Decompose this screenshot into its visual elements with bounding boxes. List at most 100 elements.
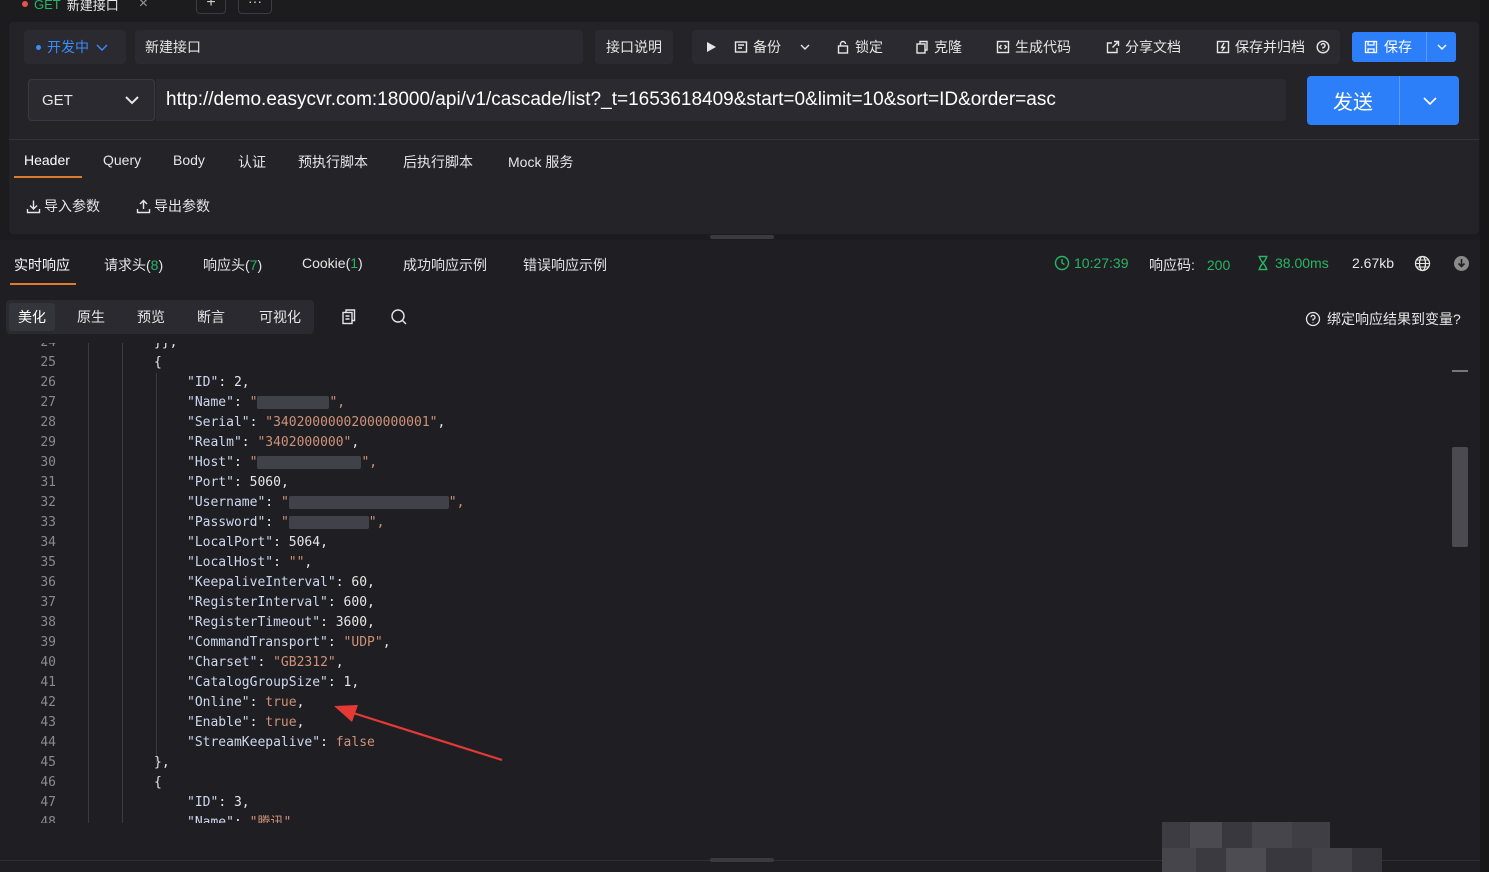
tab-auth[interactable]: 认证 <box>238 152 266 172</box>
duration-value: 38.00ms <box>1275 255 1329 271</box>
save-archive-button[interactable]: 保存并归档 <box>1216 30 1305 64</box>
view-tab-visualize[interactable]: 可视化 <box>252 300 308 334</box>
lock-label: 锁定 <box>855 39 883 55</box>
upload-icon <box>136 199 151 213</box>
api-name-input[interactable] <box>135 30 583 64</box>
code-content: "LocalHost": "", <box>187 555 313 570</box>
redacted-value <box>257 396 330 409</box>
tab-cookie[interactable]: Cookie(1) <box>302 255 363 271</box>
chevron-down-icon <box>800 44 810 50</box>
request-tab[interactable]: GET 新建接口 × <box>22 0 148 14</box>
line-number: 29 <box>40 435 56 450</box>
share-doc-button[interactable]: 分享文档 <box>1106 30 1181 64</box>
code-line: 29 "Realm": "3402000000", <box>0 433 1440 453</box>
tab-realtime-response[interactable]: 实时响应 <box>14 255 70 275</box>
code-content: "Password": " ", <box>187 515 385 530</box>
line-number: 46 <box>40 775 56 790</box>
status-dropdown[interactable]: 开发中 <box>24 30 126 64</box>
code-content: "Serial": "34020000002000000001", <box>187 415 446 430</box>
code-line: 45}, <box>0 753 1440 773</box>
bind-variable-link[interactable]: 绑定响应结果到变量? <box>1305 309 1461 329</box>
window-edge <box>1480 0 1489 872</box>
question-icon <box>1305 311 1321 327</box>
view-tab-preview[interactable]: 预览 <box>128 300 174 334</box>
tab-body[interactable]: Body <box>173 152 205 168</box>
chevron-down-icon <box>1422 96 1437 105</box>
line-number: 31 <box>40 475 56 490</box>
code-line: 30 "Host": " ", <box>0 453 1440 473</box>
backup-label: 备份 <box>753 39 781 55</box>
code-line: 28 "Serial": "34020000002000000001", <box>0 413 1440 433</box>
export-params-button[interactable]: 导出参数 <box>136 196 210 216</box>
code-content: "Charset": "GB2312", <box>187 655 344 670</box>
code-line: 25 { <box>0 353 1440 373</box>
view-tab-raw[interactable]: 原生 <box>68 300 114 334</box>
save-button[interactable]: 保存 <box>1352 32 1456 62</box>
resize-handle[interactable] <box>710 235 774 239</box>
close-icon[interactable]: × <box>139 0 148 13</box>
import-params-button[interactable]: 导入参数 <box>26 196 100 216</box>
paren: ) <box>257 257 263 273</box>
save-icon <box>1364 40 1378 54</box>
resize-handle[interactable] <box>710 858 774 862</box>
tab-post-script[interactable]: 后执行脚本 <box>403 152 473 172</box>
method-dropdown[interactable]: GET <box>28 79 155 121</box>
status-dot-icon <box>36 44 41 50</box>
backup-button[interactable]: 备份 <box>734 30 781 64</box>
backup-dropdown[interactable] <box>798 30 812 64</box>
tab-success-example[interactable]: 成功响应示例 <box>403 255 487 275</box>
tab-query[interactable]: Query <box>103 152 141 168</box>
save-dropdown[interactable] <box>1426 32 1456 62</box>
export-params-label: 导出参数 <box>154 198 210 214</box>
send-dropdown[interactable] <box>1399 76 1459 125</box>
status-code: 响应码: 200 <box>1149 255 1230 275</box>
scrollbar-thumb[interactable] <box>1452 447 1468 547</box>
view-tab-pretty[interactable]: 美化 <box>9 303 55 331</box>
code-content: "Username": " ", <box>187 495 465 510</box>
code-line: 36 "KeepaliveInterval": 60, <box>0 573 1440 593</box>
line-number: 39 <box>40 635 56 650</box>
send-button[interactable]: 发送 <box>1307 76 1459 125</box>
tab-mock[interactable]: Mock 服务 <box>508 152 573 172</box>
code-line: 39 "CommandTransport": "UDP", <box>0 633 1440 653</box>
tab-pre-script[interactable]: 预执行脚本 <box>298 152 368 172</box>
tab-error-example[interactable]: 错误响应示例 <box>523 255 607 275</box>
lock-icon <box>837 40 849 54</box>
code-content: "Name": " ", <box>187 395 346 410</box>
code-line: 44 "StreamKeepalive": false <box>0 733 1440 753</box>
code-content: "CatalogGroupSize": 1, <box>187 675 360 690</box>
line-number: 43 <box>40 715 56 730</box>
code-content: }}, <box>154 343 177 353</box>
tab-response-headers[interactable]: 响应头(7) <box>203 255 262 275</box>
code-content: "Realm": "3402000000", <box>187 435 360 450</box>
copy-icon[interactable] <box>340 308 358 326</box>
search-icon[interactable] <box>390 308 408 326</box>
response-duration: 38.00ms <box>1255 255 1329 271</box>
help-icon[interactable] <box>1316 30 1330 64</box>
annotation-arrow-icon <box>334 705 503 762</box>
save-main[interactable]: 保存 <box>1352 37 1426 57</box>
download-response-icon[interactable] <box>1453 255 1470 272</box>
tab-label: 请求头( <box>104 257 151 273</box>
add-tab-button[interactable]: + <box>196 0 226 14</box>
json-viewer[interactable]: 24}}, 25 {26 "ID": 2, 27 "Name": "", 28 "Serial… <box>0 343 1450 823</box>
api-doc-button[interactable]: 接口说明 <box>595 30 673 64</box>
save-archive-label: 保存并归档 <box>1235 39 1305 55</box>
tab-request-headers[interactable]: 请求头(8) <box>104 255 163 275</box>
clone-button[interactable]: 克隆 <box>915 30 962 64</box>
tab-header[interactable]: Header <box>24 152 70 168</box>
redacted-value <box>288 496 449 509</box>
globe-icon[interactable] <box>1414 255 1431 272</box>
response-time: 10:27:39 <box>1054 255 1129 271</box>
code-line: 37 "RegisterInterval": 600, <box>0 593 1440 613</box>
view-tab-assert[interactable]: 断言 <box>188 300 234 334</box>
play-icon <box>707 42 716 52</box>
send-label[interactable]: 发送 <box>1307 86 1399 115</box>
generate-code-button[interactable]: 生成代码 <box>996 30 1071 64</box>
lock-button[interactable]: 锁定 <box>836 30 883 64</box>
paren: ) <box>158 257 164 273</box>
url-input[interactable] <box>156 79 1286 121</box>
clock-icon <box>1054 255 1070 271</box>
run-button[interactable] <box>704 30 718 64</box>
more-icon[interactable]: ··· <box>238 0 272 14</box>
